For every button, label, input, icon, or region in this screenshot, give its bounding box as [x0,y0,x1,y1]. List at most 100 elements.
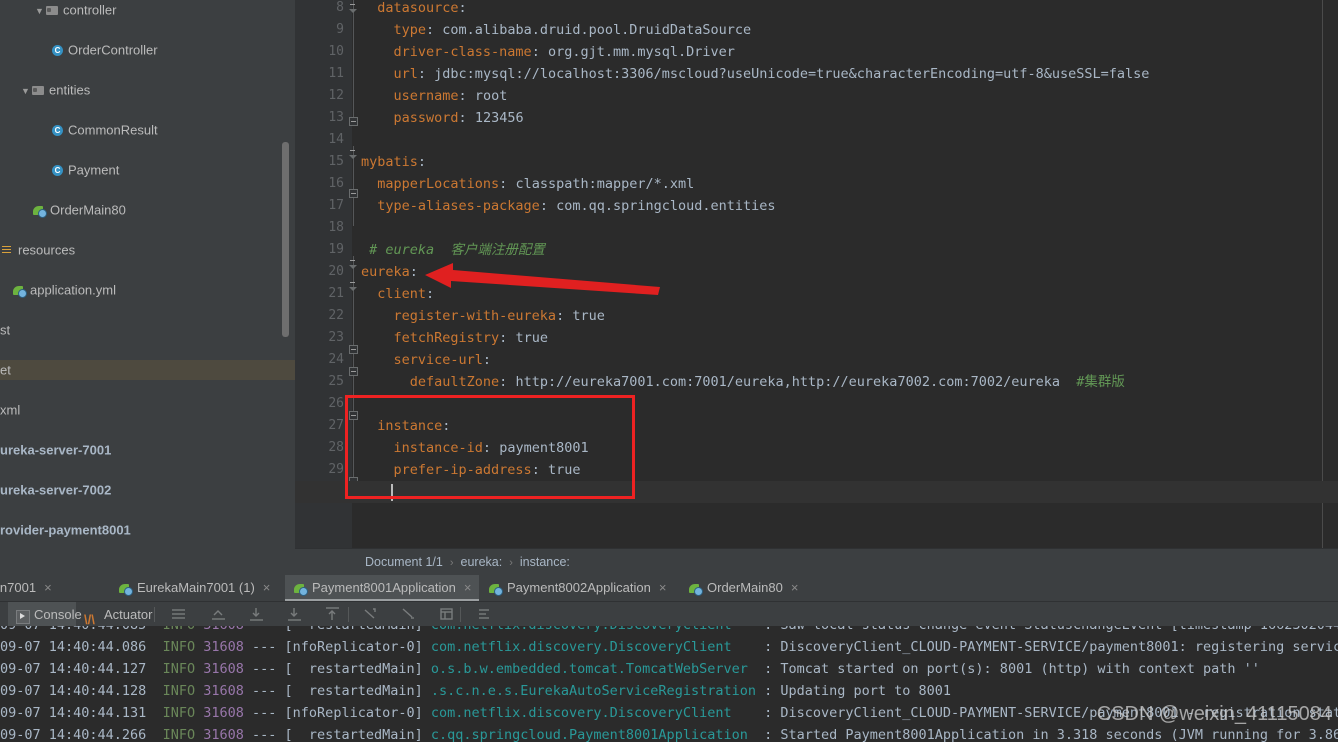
line-number[interactable]: 16 [304,173,344,195]
soft-wrap-icon[interactable] [170,606,187,623]
print-icon[interactable] [438,606,455,623]
editor-tab[interactable]: EurekaMain7001 (1) × [110,575,287,601]
tree-item-ureka-server-7002[interactable]: ureka-server-7002 [0,480,295,500]
code-line[interactable]: mapperLocations: classpath:mapper/*.xml [361,173,694,195]
code-line[interactable]: type-aliases-package: com.qq.springcloud… [361,195,775,217]
console-toolbar-tab[interactable]: Console [8,602,82,627]
breadcrumb-item[interactable]: instance: [520,555,570,569]
line-number[interactable]: 15 [304,151,344,173]
line-number[interactable]: 26 [304,393,344,415]
line-number[interactable]: 18 [304,217,344,239]
code-line[interactable]: type: com.alibaba.druid.pool.DruidDataSo… [361,19,752,41]
line-number[interactable]: 14 [304,129,344,151]
tree-item-controller[interactable]: ▼ controller [0,0,295,20]
prev-occurrence-icon[interactable] [362,606,379,623]
tree-item-et[interactable]: et [0,360,295,380]
tree-item-entities[interactable]: ▼ entities [0,80,295,100]
tree-item-ordermain80[interactable]: OrderMain80 [0,200,295,220]
code-line[interactable]: # eureka 客户端注册配置 [361,239,545,261]
code-folding-column[interactable] [345,0,361,548]
code-line[interactable]: username: root [361,85,508,107]
fold-toggle-icon[interactable] [349,189,358,198]
code-line[interactable]: password: 123456 [361,107,524,129]
line-number[interactable]: 23 [304,327,344,349]
code-line[interactable]: instance: [361,415,450,437]
chevron-down-icon[interactable]: ▼ [34,1,45,21]
code-line[interactable]: register-with-eureka: true [361,305,605,327]
line-number[interactable]: 8 [304,0,344,19]
fold-toggle-icon[interactable] [349,1,358,13]
breadcrumb-item[interactable]: Document 1/1 [365,555,443,569]
tree-item-payment[interactable]: Payment [0,160,295,180]
editor-tab[interactable]: ekaMain7001 × [0,575,114,601]
fold-toggle-icon[interactable] [349,257,358,269]
fold-toggle-icon[interactable] [349,345,358,354]
editor-tab[interactable]: Payment8002Application × [480,575,678,601]
code-editor[interactable]: 8 9 10 11 12 13 14 15 16 17 18 19 20 21 22 23 24 25 26 27 28… [295,0,1338,548]
line-number[interactable]: 20 [304,261,344,283]
line-number-gutter[interactable]: 8 9 10 11 12 13 14 15 16 17 18 19 20 21 22 23 24 25 26 27 28… [295,0,352,548]
code-line[interactable]: service-url: [361,349,492,371]
close-icon[interactable]: × [659,580,667,595]
code-line[interactable]: client: [361,283,434,305]
fold-toggle-icon[interactable] [349,411,358,420]
clear-all-icon[interactable] [476,606,493,623]
line-number[interactable]: 28 [304,437,344,459]
project-tree-panel[interactable]: ▼ controller OrderController ▼ entities Commo… [0,0,295,573]
line-number[interactable]: 29 [304,459,344,481]
scroll-up-icon[interactable] [210,606,227,623]
editor-tab[interactable]: OrderMain80 × [680,575,815,601]
line-number[interactable]: 27 [304,415,344,437]
tree-item-st[interactable]: st [0,320,295,340]
scroll-to-top-icon[interactable] [324,606,341,623]
console-toolbar[interactable]: Console Actuator [0,601,1338,632]
next-occurrence-icon[interactable] [400,606,417,623]
console-output[interactable]: 09-07 14:40:44.085 INFO 31608 --- [ rest… [0,626,1338,742]
line-number[interactable]: 25 [304,371,344,393]
fold-toggle-icon[interactable] [349,279,358,291]
line-number[interactable]: 13 [304,107,344,129]
line-number[interactable]: 9 [304,19,344,41]
line-number[interactable]: 17 [304,195,344,217]
tree-item-blank[interactable] [0,560,295,573]
editor-tab[interactable]: Payment8001Application × [285,575,479,601]
code-line[interactable]: url: jdbc:mysql://localhost:3306/mscloud… [361,63,1150,85]
line-number[interactable]: 21 [304,283,344,305]
sidebar-vertical-scrollbar[interactable] [282,142,289,337]
fold-toggle-icon[interactable] [349,117,358,126]
tree-item-xml[interactable]: xml [0,400,295,420]
breadcrumb[interactable]: Document 1/1 › eureka: › instance: [295,548,1338,574]
code-line[interactable]: defaultZone: http://eureka7001.com:7001/… [361,371,1125,393]
code-line[interactable]: datasource: [361,0,466,19]
line-number[interactable]: 22 [304,305,344,327]
scroll-down-icon[interactable] [286,606,303,623]
line-number[interactable]: 19 [304,239,344,261]
tree-item-ureka-server-7001[interactable]: ureka-server-7001 [0,440,295,460]
editor-tab-bar[interactable]: ekaMain7001×EurekaMain7001 (1)×Payment80… [0,575,1338,601]
scroll-to-end-icon[interactable] [248,606,265,623]
breadcrumb-item[interactable]: eureka: [461,555,503,569]
tree-item-ordercontroller[interactable]: OrderController [0,40,295,60]
close-icon[interactable]: × [464,580,472,595]
tree-item-application-yml[interactable]: application.yml [0,280,295,300]
line-number[interactable]: 24 [304,349,344,371]
code-line[interactable]: fetchRegistry: true [361,327,548,349]
tree-item-commonresult[interactable]: CommonResult [0,120,295,140]
chevron-down-icon[interactable]: ▼ [20,81,31,101]
close-icon[interactable]: × [263,580,271,595]
code-line[interactable]: eureka: [361,261,418,283]
fold-toggle-icon[interactable] [349,147,358,159]
line-number[interactable]: 10 [304,41,344,63]
code-line[interactable]: instance-id: payment8001 [361,437,589,459]
line-number[interactable]: 11 [304,63,344,85]
close-icon[interactable]: × [791,580,799,595]
code-line[interactable]: mybatis: [361,151,426,173]
code-text-area[interactable]: datasource: type: com.alibaba.druid.pool… [361,0,1338,548]
fold-toggle-icon[interactable] [349,367,358,376]
tree-item-rovider-payment8001[interactable]: rovider-payment8001 [0,520,295,540]
tree-item-resources[interactable]: resources [0,240,295,260]
close-icon[interactable]: × [44,580,52,595]
line-number[interactable]: 12 [304,85,344,107]
code-line[interactable]: prefer-ip-address: true [361,459,581,481]
code-line[interactable]: driver-class-name: org.gjt.mm.mysql.Driv… [361,41,735,63]
